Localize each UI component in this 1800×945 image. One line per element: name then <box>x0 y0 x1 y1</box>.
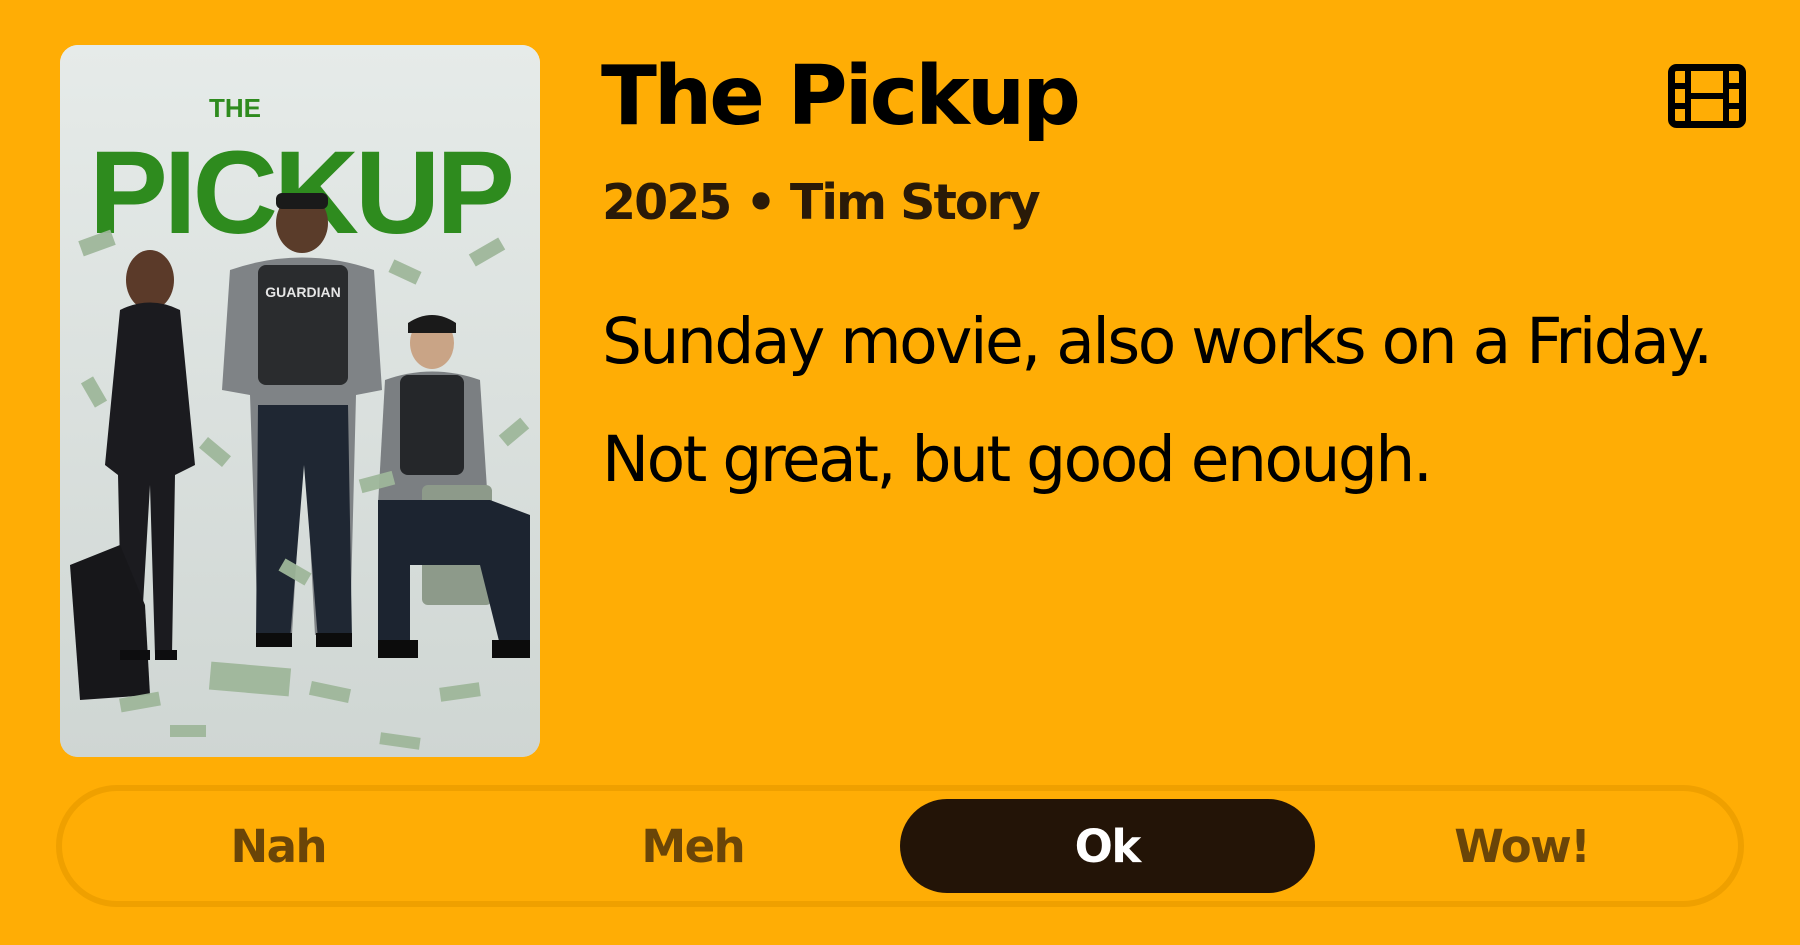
review-text: Sunday movie, also works on a Friday. No… <box>602 283 1713 519</box>
rating-option-ok[interactable]: Ok <box>900 799 1315 893</box>
film-icon <box>1668 64 1746 128</box>
rating-option-wow[interactable]: Wow! <box>1315 799 1730 893</box>
review-line: Sunday movie, also works on a Friday. <box>602 305 1713 378</box>
poster-title-small: THE <box>209 93 261 123</box>
movie-poster: THE PICKUP GUARDIAN <box>60 45 540 757</box>
movie-title: The Pickup <box>601 49 1081 144</box>
poster-vest-text: GUARDIAN <box>265 284 340 300</box>
review-line: Not great, but good enough. <box>602 423 1433 496</box>
rating-option-nah[interactable]: Nah <box>71 799 486 893</box>
movie-meta: 2025 • Tim Story <box>602 174 1041 231</box>
poster-artwork: THE PICKUP GUARDIAN <box>60 45 540 757</box>
rating-option-meh[interactable]: Meh <box>486 799 901 893</box>
rating-selector: Nah Meh Ok Wow! <box>56 785 1744 907</box>
